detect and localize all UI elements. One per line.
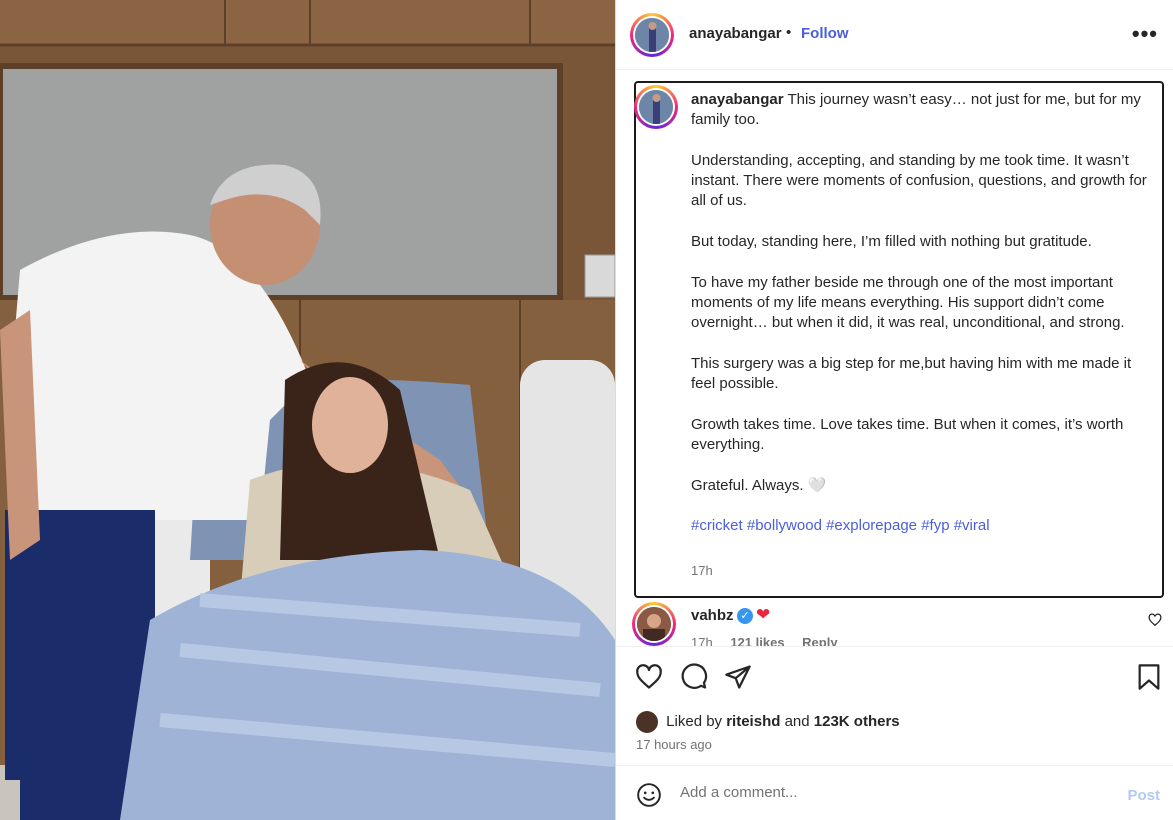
- comment-icon[interactable]: [680, 663, 708, 696]
- reply-button[interactable]: Reply: [802, 635, 837, 646]
- caption-paragraph: This surgery was a big step for me,but h…: [691, 354, 1132, 393]
- caption-paragraph: Growth takes time. Love takes time. But …: [691, 415, 1124, 454]
- follow-button[interactable]: Follow: [801, 25, 849, 42]
- hashtag-link[interactable]: #viral: [954, 517, 990, 534]
- liked-others[interactable]: 123K others: [814, 713, 900, 730]
- comment-like-icon[interactable]: [1148, 613, 1162, 632]
- avatar-photo: [639, 90, 673, 124]
- hashtag-link[interactable]: #cricket: [691, 517, 743, 534]
- liked-user[interactable]: riteishd: [726, 713, 780, 730]
- avatar-photo: [635, 18, 669, 52]
- post-photo-illustration: [0, 0, 615, 820]
- caption-paragraph: Grateful. Always. 🤍: [691, 476, 827, 494]
- hashtag-link[interactable]: #fyp: [921, 517, 949, 534]
- author-username[interactable]: anayabangar: [689, 25, 782, 42]
- like-icon[interactable]: [635, 663, 663, 696]
- caption-paragraph: To have my father beside me through one …: [691, 273, 1125, 332]
- comment-item: vahbz ✓ ❤ 17h 121 likes Reply: [616, 598, 1173, 646]
- share-icon[interactable]: [724, 663, 752, 696]
- hashtag-link[interactable]: #bollywood: [747, 517, 822, 534]
- verified-badge-icon: ✓: [737, 608, 753, 624]
- liked-and: and: [784, 712, 810, 730]
- caption-block: anayabangar This journey wasn’t easy… no…: [634, 81, 1164, 598]
- post-timestamp[interactable]: 17 hours ago: [636, 737, 712, 752]
- caption-timestamp: 17h: [691, 563, 713, 578]
- post-comment-button[interactable]: Post: [1127, 787, 1160, 804]
- commenter-username[interactable]: vahbz: [691, 607, 734, 624]
- comment-meta: 17h 121 likes Reply: [691, 635, 838, 646]
- caption-username[interactable]: anayabangar: [691, 91, 784, 108]
- hashtag-link[interactable]: #explorepage: [826, 517, 917, 534]
- add-comment-bar: Post: [616, 765, 1173, 820]
- more-options-icon[interactable]: •••: [1132, 21, 1158, 47]
- author-avatar[interactable]: [630, 13, 674, 57]
- action-bar: Liked by riteishd and 123K others 17 hou…: [616, 646, 1173, 766]
- separator-dot: •: [786, 24, 792, 41]
- hashtags: #cricket #bollywood #explorepage #fyp #v…: [691, 516, 1151, 536]
- liked-prefix: Liked by: [666, 712, 723, 730]
- caption-author-avatar[interactable]: [634, 85, 678, 129]
- avatar-photo: [637, 607, 671, 641]
- post-image: [0, 0, 615, 820]
- post-details-panel: anayabangar • Follow ••• anayabangar Thi…: [615, 0, 1173, 820]
- comment-likes[interactable]: 121 likes: [730, 635, 784, 646]
- comment-input[interactable]: [680, 784, 1100, 801]
- save-icon[interactable]: [1135, 663, 1163, 696]
- post-header: anayabangar • Follow •••: [616, 0, 1173, 70]
- emoji-icon[interactable]: [636, 782, 662, 813]
- commenter-avatar[interactable]: [632, 602, 676, 646]
- comment-timestamp: 17h: [691, 635, 713, 646]
- caption-paragraph: But today, standing here, I’m filled wit…: [691, 233, 1092, 251]
- caption-paragraph: Understanding, accepting, and standing b…: [691, 151, 1147, 210]
- caption-text: anayabangar This journey wasn’t easy… no…: [691, 90, 1151, 557]
- comment-text: ❤: [756, 605, 771, 624]
- liker-avatar[interactable]: [636, 711, 658, 733]
- liked-by: Liked by riteishd and 123K others: [636, 711, 900, 733]
